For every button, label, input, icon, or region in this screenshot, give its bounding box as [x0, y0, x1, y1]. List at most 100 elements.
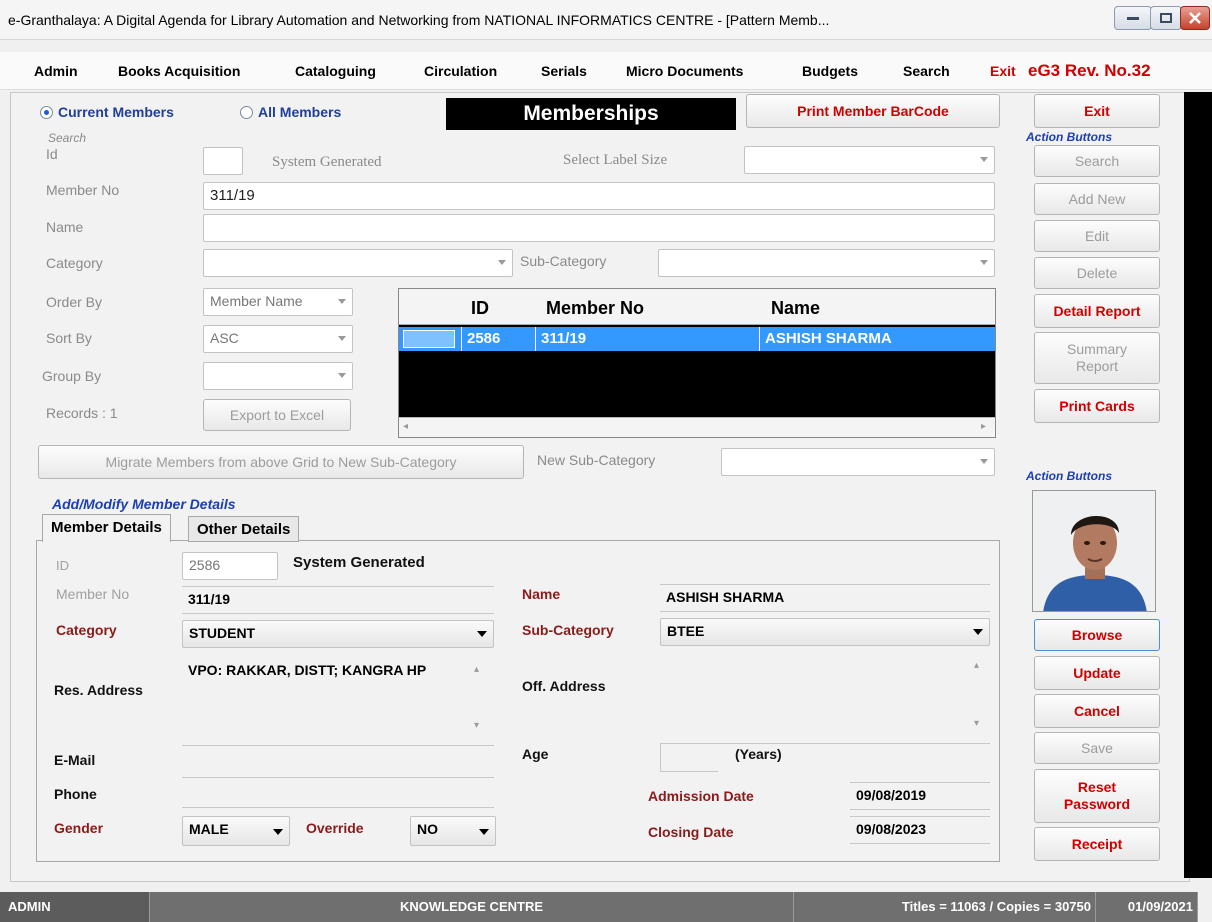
scroll-down-icon[interactable]: ▾	[974, 718, 979, 729]
detail-member-no-input[interactable]: 311/19	[182, 586, 494, 614]
menu-circulation[interactable]: Circulation	[424, 63, 497, 79]
delete-button[interactable]: Delete	[1034, 257, 1160, 289]
age-input[interactable]	[660, 744, 718, 772]
grid-col-id[interactable]: ID	[471, 298, 489, 319]
detail-name-input[interactable]: ASHISH SHARMA	[660, 584, 990, 612]
row-selector[interactable]	[403, 330, 455, 348]
reset-password-button[interactable]: Reset Password	[1034, 769, 1160, 823]
search-id-label: Id	[46, 146, 58, 162]
browse-button[interactable]: Browse	[1034, 619, 1160, 651]
search-id-input[interactable]	[203, 147, 243, 175]
cancel-button[interactable]: Cancel	[1034, 694, 1160, 728]
res-address-textarea[interactable]: VPO: RAKKAR, DISTT; KANGRA HP ▴ ▾	[182, 656, 494, 746]
status-bar: ADMIN KNOWLEDGE CENTRE Titles = 11063 / …	[0, 892, 1212, 922]
edit-button[interactable]: Edit	[1034, 220, 1160, 252]
search-category-select[interactable]	[203, 249, 513, 277]
menu-serials[interactable]: Serials	[541, 63, 587, 79]
sort-by-label: Sort By	[46, 330, 92, 346]
print-cards-button[interactable]: Print Cards	[1034, 389, 1160, 423]
label-size-select[interactable]	[744, 146, 995, 174]
off-address-textarea[interactable]: ▴ ▾	[660, 652, 990, 744]
table-row[interactable]: 2586 311/19 ASHISH SHARMA	[399, 327, 995, 351]
scroll-up-icon[interactable]: ▴	[474, 664, 479, 675]
email-input[interactable]	[182, 750, 494, 778]
summary-report-button[interactable]: Summary Report	[1034, 332, 1160, 384]
current-members-label[interactable]: Current Members	[58, 104, 174, 120]
phone-input[interactable]	[182, 780, 494, 808]
scroll-up-icon[interactable]: ▴	[974, 660, 979, 671]
grid-col-member-no[interactable]: Member No	[546, 298, 644, 319]
all-members-label[interactable]: All Members	[258, 104, 341, 120]
new-sub-category-select[interactable]	[721, 448, 995, 476]
scroll-left-icon[interactable]: ◂	[403, 421, 408, 432]
search-member-no-label: Member No	[46, 182, 120, 198]
maximize-button[interactable]	[1150, 6, 1182, 30]
closing-date-input[interactable]: 09/08/2023	[850, 816, 990, 844]
order-by-select[interactable]: Member Name	[203, 288, 353, 316]
exit-button[interactable]: Exit	[1034, 94, 1160, 128]
gender-select[interactable]: MALE	[182, 816, 290, 846]
tab-member-details[interactable]: Member Details	[42, 514, 171, 542]
migrate-members-button[interactable]: Migrate Members from above Grid to New S…	[38, 445, 524, 479]
override-value: NO	[417, 821, 438, 837]
detail-report-button[interactable]: Detail Report	[1034, 294, 1160, 328]
receipt-button[interactable]: Receipt	[1034, 827, 1160, 861]
sort-by-select[interactable]: ASC	[203, 325, 353, 353]
export-excel-button[interactable]: Export to Excel	[203, 399, 351, 431]
new-sub-category-label: New Sub-Category	[537, 452, 656, 468]
search-category-label: Category	[46, 255, 103, 271]
override-label: Override	[306, 820, 364, 836]
menu-cataloguing[interactable]: Cataloguing	[295, 63, 376, 79]
size-grip[interactable]	[1198, 892, 1212, 922]
search-name-input[interactable]	[203, 214, 995, 242]
action-buttons-label-bottom: Action Buttons	[1026, 469, 1112, 483]
reset-password-line1: Reset	[1077, 779, 1117, 796]
off-address-label: Off. Address	[522, 678, 606, 694]
group-by-label: Group By	[42, 368, 102, 384]
menu-micro-documents[interactable]: Micro Documents	[626, 63, 743, 79]
res-address-label: Res. Address	[54, 682, 143, 698]
chevron-down-icon	[498, 260, 506, 265]
grid-cell-id: 2586	[467, 330, 501, 347]
menu-budgets[interactable]: Budgets	[802, 63, 858, 79]
add-new-button[interactable]: Add New	[1034, 183, 1160, 215]
all-members-radio[interactable]	[240, 106, 253, 119]
chevron-down-icon	[338, 336, 346, 341]
group-by-select[interactable]	[203, 362, 353, 390]
revision-label: eG3 Rev. No.32	[1028, 61, 1151, 80]
chevron-down-icon	[479, 829, 489, 835]
chevron-down-icon	[273, 829, 283, 835]
search-button[interactable]: Search	[1034, 145, 1160, 177]
detail-category-select[interactable]: STUDENT	[182, 620, 494, 648]
window-title: e-Granthalaya: A Digital Agenda for Libr…	[8, 12, 830, 28]
menu-admin[interactable]: Admin	[34, 63, 78, 79]
detail-sub-category-value: BTEE	[667, 623, 705, 639]
menu-exit[interactable]: Exit	[990, 63, 1016, 79]
search-sub-category-select[interactable]	[658, 249, 995, 277]
detail-id-input[interactable]: 2586	[182, 552, 278, 580]
close-button[interactable]	[1180, 6, 1210, 30]
menu-books-acquisition[interactable]: Books Acquisition	[118, 63, 240, 79]
current-members-radio[interactable]	[40, 106, 53, 119]
save-button[interactable]: Save	[1034, 732, 1160, 764]
grid-horizontal-scrollbar[interactable]: ◂ ▸	[399, 417, 995, 437]
search-name-label: Name	[46, 219, 84, 235]
chevron-down-icon	[980, 260, 988, 265]
detail-sub-category-select[interactable]: BTEE	[660, 618, 990, 646]
gender-value: MALE	[189, 821, 229, 837]
grid-separator	[759, 327, 760, 351]
minimize-button[interactable]	[1114, 6, 1152, 30]
grid-col-name[interactable]: Name	[771, 298, 820, 319]
print-barcode-button[interactable]: Print Member BarCode	[746, 94, 1000, 128]
search-member-no-input[interactable]: 311/19	[203, 182, 995, 210]
scroll-down-icon[interactable]: ▾	[474, 720, 479, 731]
admission-date-input[interactable]: 09/08/2019	[850, 782, 990, 810]
detail-id-label: ID	[56, 558, 69, 573]
status-date: 01/09/2021	[1096, 892, 1198, 922]
update-button[interactable]: Update	[1034, 656, 1160, 690]
menu-search[interactable]: Search	[903, 63, 950, 79]
phone-label: Phone	[54, 786, 97, 802]
tab-other-details[interactable]: Other Details	[188, 516, 300, 542]
override-select[interactable]: NO	[410, 816, 496, 846]
scroll-right-icon[interactable]: ▸	[981, 421, 986, 432]
